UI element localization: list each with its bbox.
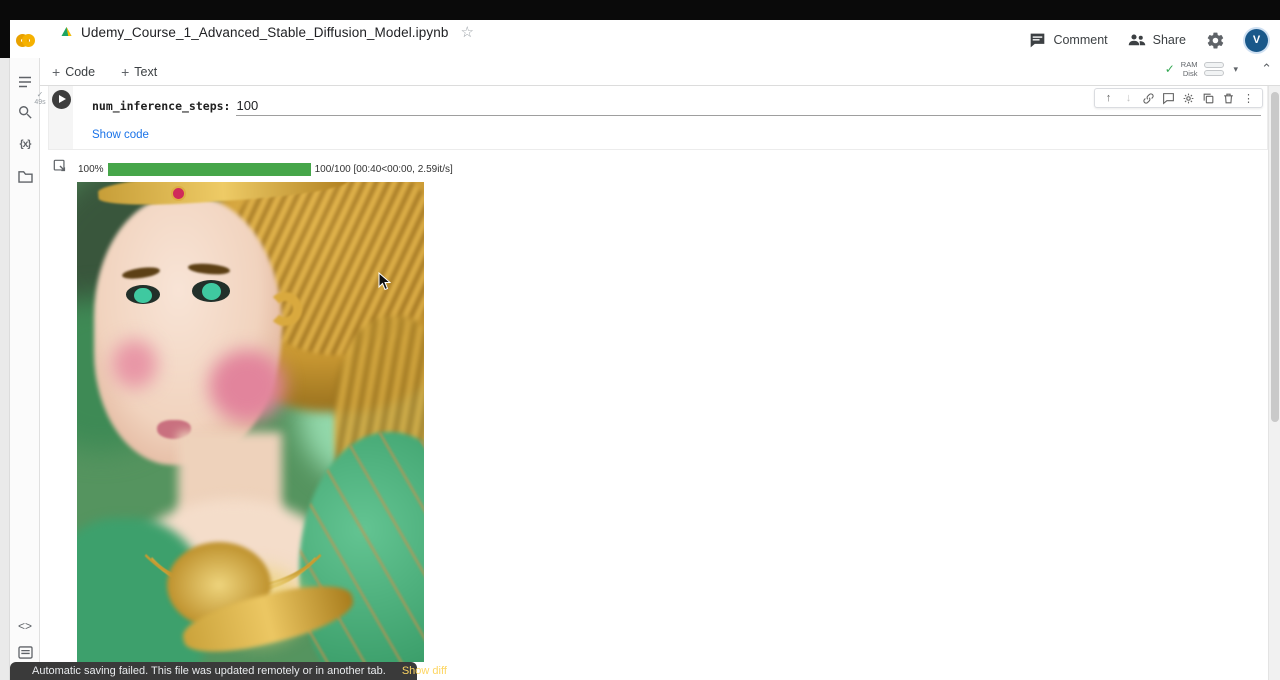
show-diff-link[interactable]: Show diff [402, 665, 447, 677]
chevron-down-icon: ▾ [1233, 64, 1238, 75]
cell-settings-gear-icon[interactable] [1181, 91, 1196, 106]
ram-label: RAM [1181, 60, 1198, 69]
add-text-button[interactable]: + Text [115, 61, 163, 83]
left-sidebar: {x} <> [10, 58, 40, 680]
code-snippets-icon[interactable]: <> [15, 616, 35, 636]
screen-top-black-bar [0, 0, 1280, 20]
progress-percent: 100% [78, 164, 104, 175]
plus-icon: + [52, 64, 60, 80]
execution-time: 49s [30, 99, 50, 107]
comment-icon [1029, 33, 1046, 48]
add-code-button[interactable]: + Code [46, 61, 101, 83]
more-actions-icon[interactable]: ⋮ [1241, 91, 1256, 106]
move-cell-down-icon[interactable]: ↓ [1121, 91, 1136, 106]
comment-button[interactable]: Comment [1029, 33, 1107, 48]
colab-logo-right-ring [22, 34, 35, 47]
app-header: Udemy_Course_1_Advanced_Stable_Diffusion… [10, 20, 1280, 58]
files-folder-icon[interactable] [15, 166, 35, 186]
image-art-layer [202, 283, 221, 300]
colab-window: Udemy_Course_1_Advanced_Stable_Diffusion… [0, 0, 1280, 680]
cell-toolbar: ↑ ↓ [1094, 88, 1263, 108]
toast-message: Automatic saving failed. This file was u… [32, 665, 386, 677]
screen-left-gray-strip [0, 58, 10, 680]
settings-gear-icon[interactable] [1206, 31, 1225, 50]
notebook-area: ✓ 49s num_inference_steps: 100 Show code… [40, 86, 1268, 680]
ram-usage-bar [1204, 62, 1224, 68]
user-avatar[interactable]: V [1245, 29, 1268, 52]
star-icon[interactable]: ☆ [460, 23, 473, 41]
scrollbar-track[interactable] [1268, 86, 1280, 680]
cell-execution-indicator: ✓ 49s [30, 90, 50, 107]
tqdm-progress: 100% 100/100 [00:40<00:00, 2.59it/s] [78, 163, 453, 176]
colab-logo-icon[interactable] [16, 27, 54, 53]
show-code-link[interactable]: Show code [92, 129, 149, 141]
image-art-layer [268, 292, 302, 326]
form-field-label: num_inference_steps: [92, 99, 230, 113]
add-comment-icon[interactable] [1161, 91, 1176, 106]
add-code-label: Code [65, 65, 95, 79]
generated-image-output [77, 182, 424, 662]
share-label: Share [1153, 33, 1186, 47]
mouse-cursor [378, 272, 391, 291]
variables-icon[interactable]: {x} [15, 134, 35, 154]
run-cell-button[interactable] [52, 90, 71, 109]
comment-label: Comment [1053, 33, 1107, 47]
share-button[interactable]: Share [1128, 33, 1186, 47]
execution-check-icon: ✓ [30, 90, 50, 99]
cell-gutter [49, 86, 73, 149]
image-art-layer [112, 340, 157, 388]
share-people-icon [1128, 33, 1146, 47]
save-failed-toast: Automatic saving failed. This file was u… [10, 662, 417, 680]
image-art-layer [209, 350, 285, 422]
connected-check-icon: ✓ [1165, 62, 1175, 76]
move-cell-up-icon[interactable]: ↑ [1101, 91, 1116, 106]
drive-file-icon [60, 26, 73, 38]
screen-left-black-strip [0, 20, 10, 58]
image-art-layer [134, 288, 151, 303]
resources-button[interactable]: ✓ RAM Disk ▾ [1165, 60, 1238, 78]
disk-usage-bar [1204, 70, 1224, 76]
progress-bar [108, 163, 311, 176]
plus-icon: + [121, 64, 129, 80]
add-text-label: Text [134, 65, 157, 79]
progress-stats: 100/100 [00:40<00:00, 2.59it/s] [315, 164, 453, 175]
delete-cell-icon[interactable] [1221, 91, 1236, 106]
code-cell: num_inference_steps: 100 Show code ↑ ↓ [48, 86, 1268, 150]
table-of-contents-icon[interactable] [15, 72, 35, 92]
mirror-cell-icon[interactable] [1201, 91, 1216, 106]
collapse-sections-button[interactable]: ⌃ [1261, 61, 1272, 77]
notebook-toolbar: + Code + Text ✓ RAM Disk ▾ ⌃ [40, 58, 1280, 86]
terminal-icon[interactable] [15, 642, 35, 662]
disk-label: Disk [1183, 69, 1198, 78]
scrollbar-thumb[interactable] [1271, 92, 1279, 422]
notebook-title[interactable]: Udemy_Course_1_Advanced_Stable_Diffusion… [81, 25, 448, 40]
cell-output-icon[interactable] [53, 159, 67, 173]
copy-link-icon[interactable] [1141, 91, 1156, 106]
